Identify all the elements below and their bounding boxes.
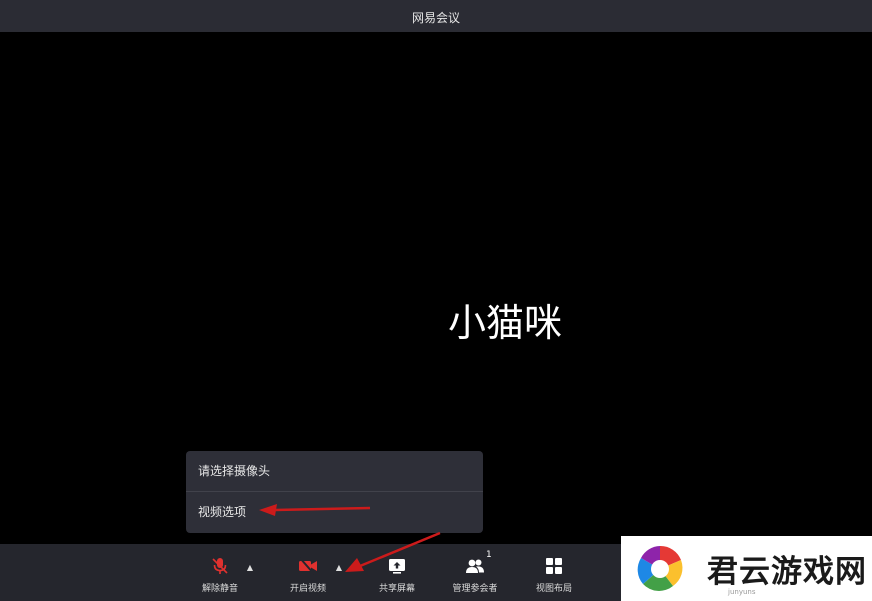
grid-layout-icon bbox=[546, 558, 562, 574]
watermark-logo-icon bbox=[637, 545, 683, 591]
menu-item-select-camera[interactable]: 请选择摄像头 bbox=[186, 451, 483, 491]
window-title: 网易会议 bbox=[411, 11, 460, 25]
view-layout-button[interactable]: 视图布局 bbox=[514, 544, 594, 601]
title-bar: 网易会议 bbox=[0, 0, 872, 32]
manage-participants-label: 管理参会者 bbox=[452, 584, 498, 594]
camera-dropdown-menu: 请选择摄像头 视频选项 bbox=[186, 451, 483, 533]
annotation-arrow-video-options bbox=[259, 504, 371, 516]
camera-off-icon bbox=[299, 557, 317, 575]
microphone-muted-icon bbox=[212, 558, 228, 574]
participants-icon bbox=[466, 559, 484, 573]
watermark-text: 君云游戏网 bbox=[707, 554, 867, 590]
participants-count-badge: 1 bbox=[486, 550, 492, 560]
watermark-subtext: junyuns bbox=[728, 588, 756, 596]
annotation-arrow-video-caret bbox=[345, 531, 441, 572]
participant-name: 小猫咪 bbox=[447, 301, 562, 345]
start-video-label: 开启视频 bbox=[289, 584, 326, 594]
site-watermark: 君云游戏网 junyuns bbox=[621, 536, 872, 601]
share-screen-label: 共享屏幕 bbox=[378, 584, 415, 594]
unmute-label: 解除静音 bbox=[201, 584, 238, 594]
view-layout-label: 视图布局 bbox=[535, 584, 572, 594]
audio-options-caret[interactable]: ▲ bbox=[245, 563, 255, 573]
